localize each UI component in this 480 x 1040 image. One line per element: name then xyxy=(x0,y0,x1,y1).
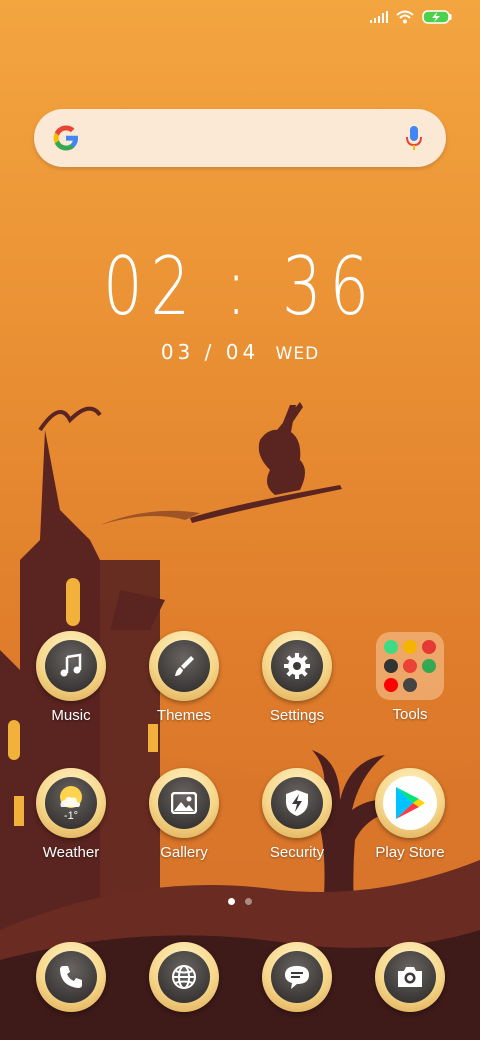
messages-icon-inner xyxy=(271,951,323,1003)
dock-phone[interactable] xyxy=(21,942,121,1012)
mini-app-icon xyxy=(422,659,436,673)
weather-sun-cloud-icon xyxy=(60,785,82,808)
themes-icon-inner xyxy=(158,640,210,692)
camera-app-icon xyxy=(375,942,445,1012)
google-search-bar[interactable] xyxy=(34,109,446,167)
dock-camera[interactable] xyxy=(360,942,460,1012)
app-label-settings: Settings xyxy=(269,707,325,724)
app-label-tools: Tools xyxy=(392,706,428,723)
play-store-icon xyxy=(396,787,425,819)
app-music[interactable]: Music xyxy=(21,631,121,724)
app-themes[interactable]: Themes xyxy=(134,631,234,724)
gallery-icon-inner xyxy=(158,777,210,829)
app-play-store[interactable]: Play Store xyxy=(360,768,460,861)
dock-browser[interactable] xyxy=(134,942,234,1012)
browser-globe-icon xyxy=(172,965,196,989)
date-text: 03 / 04 xyxy=(160,340,260,364)
security-icon-inner xyxy=(271,777,323,829)
app-label-themes: Themes xyxy=(156,707,212,724)
mini-app-icon xyxy=(403,678,417,692)
app-label-play-store: Play Store xyxy=(375,844,445,861)
settings-icon-inner xyxy=(271,640,323,692)
weather-icon-inner: -1° xyxy=(45,777,97,829)
app-label-music: Music xyxy=(51,707,91,724)
page-dot[interactable] xyxy=(245,898,252,905)
gear-icon xyxy=(284,653,310,679)
phone-icon-inner xyxy=(45,951,97,1003)
tools-folder-icon xyxy=(376,632,444,700)
weather-app-icon: -1° xyxy=(36,768,106,838)
messages-app-icon xyxy=(262,942,332,1012)
mini-app-icon xyxy=(384,678,398,692)
music-app-icon xyxy=(36,631,106,701)
signal-icon xyxy=(370,11,388,23)
app-gallery[interactable]: Gallery xyxy=(134,768,234,861)
app-label-gallery: Gallery xyxy=(160,844,208,861)
camera-icon-inner xyxy=(384,951,436,1003)
camera-icon xyxy=(398,967,422,987)
google-logo-icon xyxy=(53,125,78,151)
paintbrush-icon xyxy=(175,656,194,676)
mini-app-icon xyxy=(384,659,398,673)
browser-icon-inner xyxy=(158,951,210,1003)
weekday-text: WED xyxy=(275,344,320,364)
microphone-icon[interactable] xyxy=(404,124,424,152)
app-settings[interactable]: Settings xyxy=(247,631,347,724)
browser-app-icon xyxy=(149,942,219,1012)
page-dot-active[interactable] xyxy=(228,898,235,905)
settings-app-icon xyxy=(262,631,332,701)
app-label-security: Security xyxy=(269,844,325,861)
security-app-icon xyxy=(262,768,332,838)
battery-charging-icon xyxy=(422,10,452,24)
mini-app-icon xyxy=(403,659,417,673)
shield-bolt-icon xyxy=(286,790,308,816)
music-note-icon xyxy=(60,653,82,677)
clock-date[interactable]: 03 / 04 WED xyxy=(0,340,480,364)
folder-tools[interactable]: Tools xyxy=(360,631,460,723)
play-store-icon-inner xyxy=(383,776,437,830)
app-weather[interactable]: -1° Weather xyxy=(21,768,121,861)
mini-app-icon xyxy=(384,640,398,654)
messages-icon xyxy=(285,966,309,989)
phone-icon xyxy=(60,966,82,988)
app-security[interactable]: Security xyxy=(247,768,347,861)
image-icon xyxy=(171,792,197,814)
clock-time[interactable]: 02 : 36 xyxy=(53,240,427,333)
dock-messages[interactable] xyxy=(247,942,347,1012)
app-label-weather: Weather xyxy=(42,844,100,861)
gallery-app-icon xyxy=(149,768,219,838)
status-bar xyxy=(370,10,452,24)
mini-app-icon xyxy=(403,640,417,654)
music-icon-inner xyxy=(45,640,97,692)
play-store-app-icon xyxy=(375,768,445,838)
weather-temperature: -1° xyxy=(63,809,79,822)
wifi-icon xyxy=(396,10,414,24)
phone-app-icon xyxy=(36,942,106,1012)
page-indicator xyxy=(0,898,480,905)
themes-app-icon xyxy=(149,631,219,701)
mini-app-icon xyxy=(422,640,436,654)
